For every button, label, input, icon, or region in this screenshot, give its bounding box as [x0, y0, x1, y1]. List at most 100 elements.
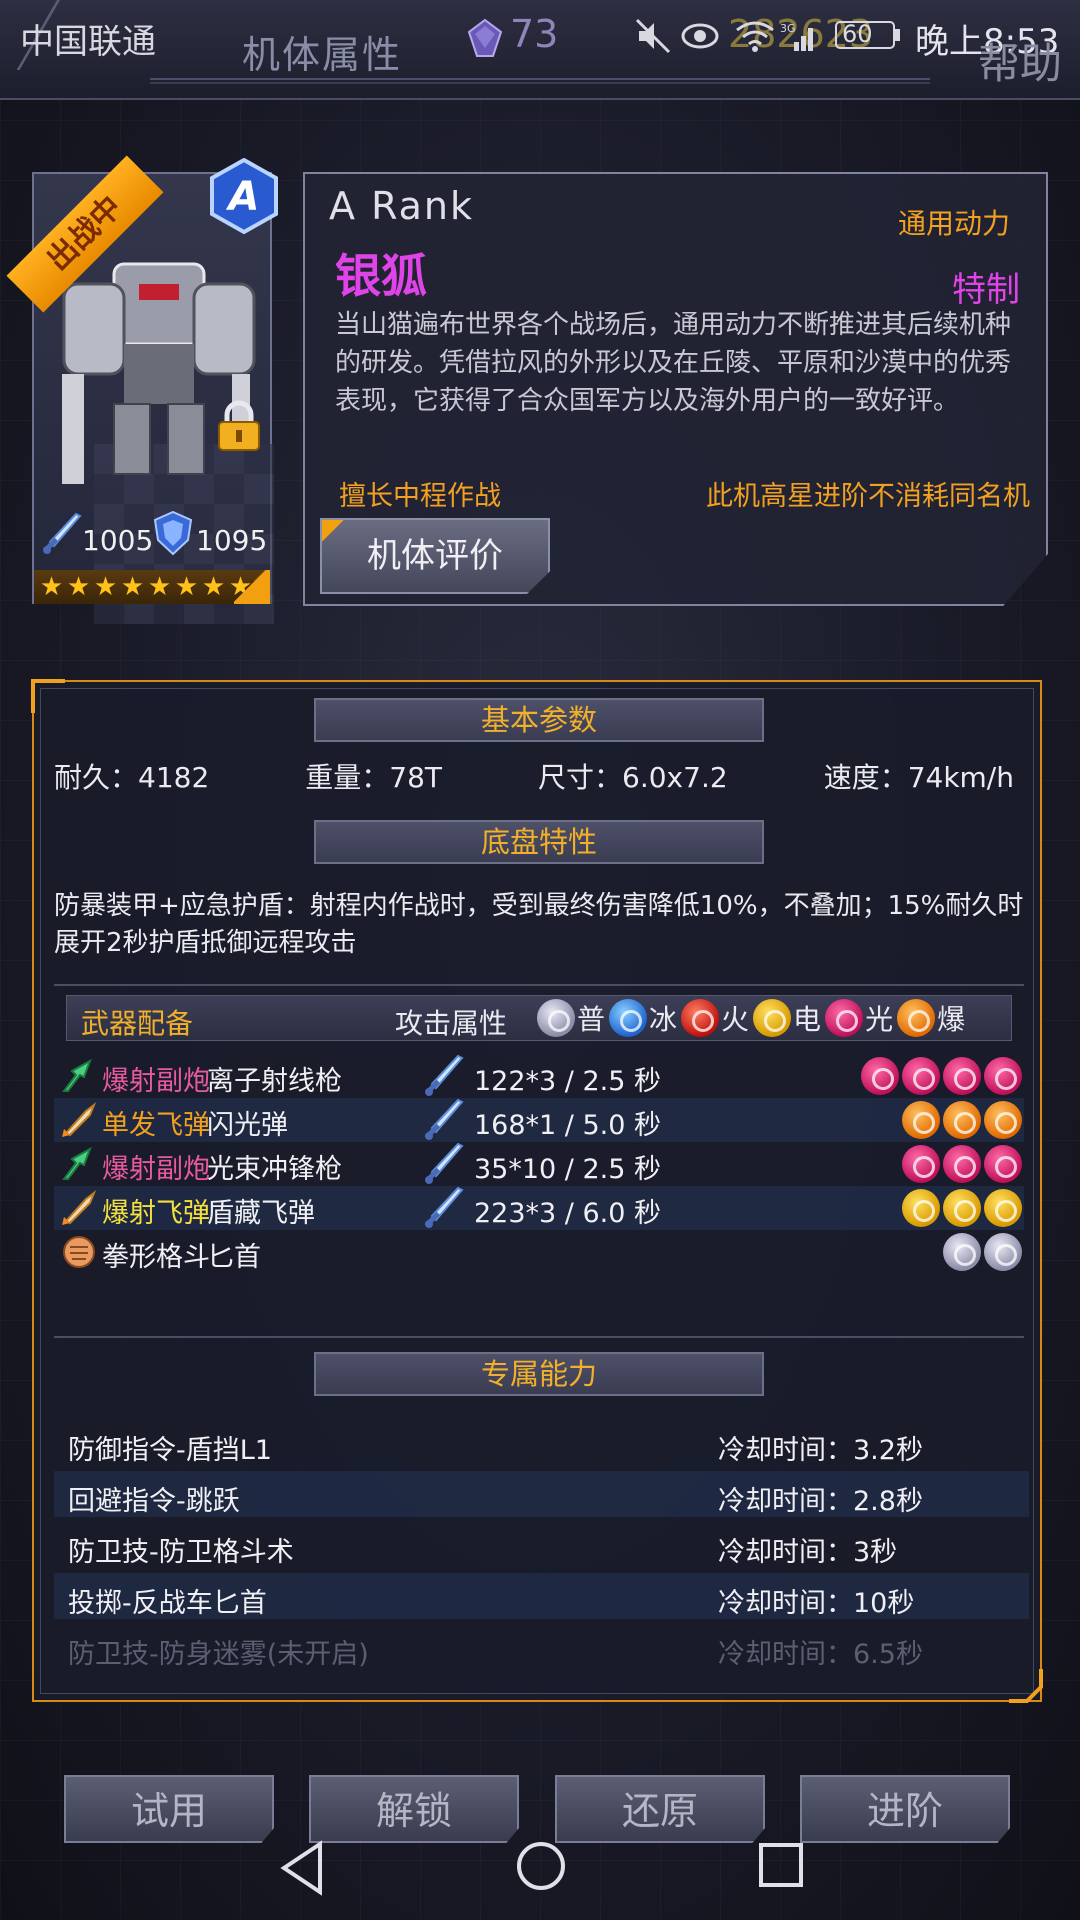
ability-cooldown: 冷却时间：2.8秒 — [718, 1486, 923, 1517]
page-title: 机体属性 — [242, 33, 403, 77]
chassis-trait-text: 防暴装甲+应急护盾：射程内作战时，受到最终伤害降低10%，不叠加；15%耐久时展… — [54, 891, 1024, 958]
weapon-damage: 168*1 / 5.0 秒 — [474, 1110, 661, 1141]
element-legend-item: 冰 — [609, 998, 677, 1038]
mech-description: 当山猫遍布世界各个战场后，通用动力不断推进其后续机种的研发。凭借拉风的外形以及在… — [335, 310, 1012, 416]
ability-row[interactable]: 防卫技-防身迷雾(未开启) 冷却时间：6.5秒 — [54, 1624, 1029, 1670]
section-header-basic: 基本参数 — [314, 698, 764, 742]
ability-row[interactable]: 防御指令-盾挡L1 冷却时间：3.2秒 — [54, 1420, 1029, 1466]
weapons-title: 武器配备 — [81, 1007, 194, 1040]
star-icon: ★ — [66, 571, 91, 602]
elec-element-icon — [943, 1189, 981, 1227]
weapon-row[interactable]: 爆射副炮 离子射线枪 122*3 / 2.5 秒 — [54, 1054, 1024, 1098]
elec-element-icon — [753, 999, 792, 1037]
normal-element-icon — [943, 1233, 981, 1271]
weapon-row[interactable]: 单发飞弹 闪光弹 168*1 / 5.0 秒 — [54, 1098, 1024, 1142]
ability-cooldown: 冷却时间：3秒 — [718, 1537, 898, 1568]
weapon-name: 匕首 — [207, 1242, 261, 1273]
element-legend-label: 普 — [577, 1003, 606, 1036]
weapon-type: 爆射飞弹 — [102, 1198, 210, 1229]
ability-row[interactable]: 回避指令-跳跃 冷却时间：2.8秒 — [54, 1471, 1029, 1517]
ability-row[interactable]: 投掷-反战车匕首 冷却时间：10秒 — [54, 1573, 1029, 1619]
damage-sword-icon — [422, 1054, 466, 1098]
signal-icon: 3G — [780, 22, 813, 51]
weapon-damage: 223*3 / 6.0 秒 — [474, 1198, 661, 1229]
elec-element-icon — [902, 1189, 940, 1227]
normal-element-icon — [984, 1233, 1022, 1271]
nav-home-icon[interactable] — [515, 1840, 567, 1892]
damage-sword-icon — [422, 1142, 466, 1186]
element-legend-label: 火 — [721, 1003, 750, 1036]
weight: 重量：78T — [305, 761, 443, 794]
element-legend-item: 普 — [537, 998, 605, 1038]
element-legend-label: 电 — [793, 1003, 822, 1036]
weapon-name: 盾藏飞弹 — [207, 1198, 315, 1229]
attack-sword-icon — [43, 512, 82, 554]
normal-element-icon — [537, 999, 575, 1037]
ice-element-icon — [609, 999, 648, 1037]
carrier-name: 中国联通 — [20, 22, 156, 62]
upgrade-note: 此机高星进阶不消耗同名机 — [706, 481, 1030, 512]
specialty-text: 擅长中程作战 — [339, 481, 501, 512]
star-icon: ★ — [201, 571, 226, 602]
beam-weapon-icon — [60, 1145, 98, 1183]
light-element-icon — [984, 1057, 1022, 1095]
light-element-icon — [902, 1145, 940, 1183]
attack-attr-title: 攻击属性 — [395, 1007, 508, 1040]
mute-icon — [635, 18, 671, 54]
weapon-element-icons — [899, 1101, 1022, 1139]
element-legend-item: 电 — [753, 998, 821, 1038]
light-element-icon — [984, 1145, 1022, 1183]
divider — [54, 1336, 1024, 1338]
weapon-row[interactable]: 拳形格斗 匕首 — [54, 1230, 1024, 1274]
star-icon: ★ — [93, 571, 118, 602]
mech-name: 银狐 — [335, 249, 427, 303]
ability-cooldown: 冷却时间：10秒 — [718, 1588, 915, 1619]
nav-recents-icon[interactable] — [758, 1842, 804, 1888]
weapon-type: 拳形格斗 — [102, 1242, 210, 1273]
weapon-damage: 35*10 / 2.5 秒 — [474, 1154, 661, 1185]
element-legend: 普冰火电光爆 — [537, 998, 969, 1038]
blast-element-icon — [897, 999, 936, 1037]
ability-cooldown: 冷却时间：6.5秒 — [718, 1639, 923, 1670]
ability-name: 防卫技-防身迷雾(未开启) — [68, 1639, 369, 1670]
weapon-type: 单发飞弹 — [102, 1110, 210, 1141]
section-header-chassis: 底盘特性 — [314, 820, 764, 864]
star-rating: ★ ★ ★ ★ ★ ★ ★ ★ — [34, 570, 270, 604]
mech-review-button[interactable]: 机体评价 — [320, 518, 550, 594]
star-icon: ★ — [120, 571, 145, 602]
size: 尺寸：6.0x7.2 — [538, 761, 728, 794]
weapon-row[interactable]: 爆射飞弹 盾藏飞弹 223*3 / 6.0 秒 — [54, 1186, 1024, 1230]
blast-element-icon — [984, 1101, 1022, 1139]
nav-back-icon[interactable] — [278, 1840, 326, 1896]
weapon-element-icons — [858, 1057, 1022, 1095]
button-corner-deco — [322, 520, 344, 542]
section-header-abilities: 专属能力 — [314, 1352, 764, 1396]
mech-review-label: 机体评价 — [367, 536, 503, 576]
wifi-icon — [736, 21, 774, 52]
system-nav-bar — [0, 1820, 1080, 1920]
weapon-row[interactable]: 爆射副炮 光束冲锋枪 35*10 / 2.5 秒 — [54, 1142, 1024, 1186]
mech-card[interactable]: 出战中 1005 1095 ★ ★ ★ ★ ★ ★ ★ ★ A — [6, 155, 278, 624]
weapon-damage: 122*3 / 2.5 秒 — [474, 1066, 661, 1097]
missile-icon — [60, 1101, 98, 1139]
mech-portrait — [62, 262, 256, 484]
beam-weapon-icon — [60, 1057, 98, 1095]
panel-corner-deco — [1009, 1669, 1043, 1703]
weapon-name: 离子射线枪 — [207, 1066, 342, 1097]
basic-params-row: 耐久：4182 重量：78T 尺寸：6.0x7.2 速度：74km/h — [54, 756, 1024, 796]
light-element-icon — [825, 999, 864, 1037]
speed: 速度：74km/h — [823, 761, 1014, 794]
blast-element-icon — [943, 1101, 981, 1139]
help-button[interactable]: 帮助 — [978, 30, 1062, 91]
weapon-name: 闪光弹 — [207, 1110, 288, 1141]
ability-row[interactable]: 防卫技-防卫格斗术 冷却时间：3秒 — [54, 1522, 1029, 1568]
fire-element-icon — [681, 999, 720, 1037]
weapon-type: 爆射副炮 — [102, 1066, 210, 1097]
element-legend-item: 光 — [825, 998, 893, 1038]
lock-icon — [218, 400, 260, 451]
damage-sword-icon — [422, 1186, 466, 1230]
weapon-element-icons — [899, 1189, 1022, 1227]
fist-icon — [60, 1233, 98, 1271]
eye-comfort-icon — [681, 23, 719, 49]
stats-panel: 基本参数 耐久：4182 重量：78T 尺寸：6.0x7.2 速度：74km/h… — [31, 679, 1043, 1703]
